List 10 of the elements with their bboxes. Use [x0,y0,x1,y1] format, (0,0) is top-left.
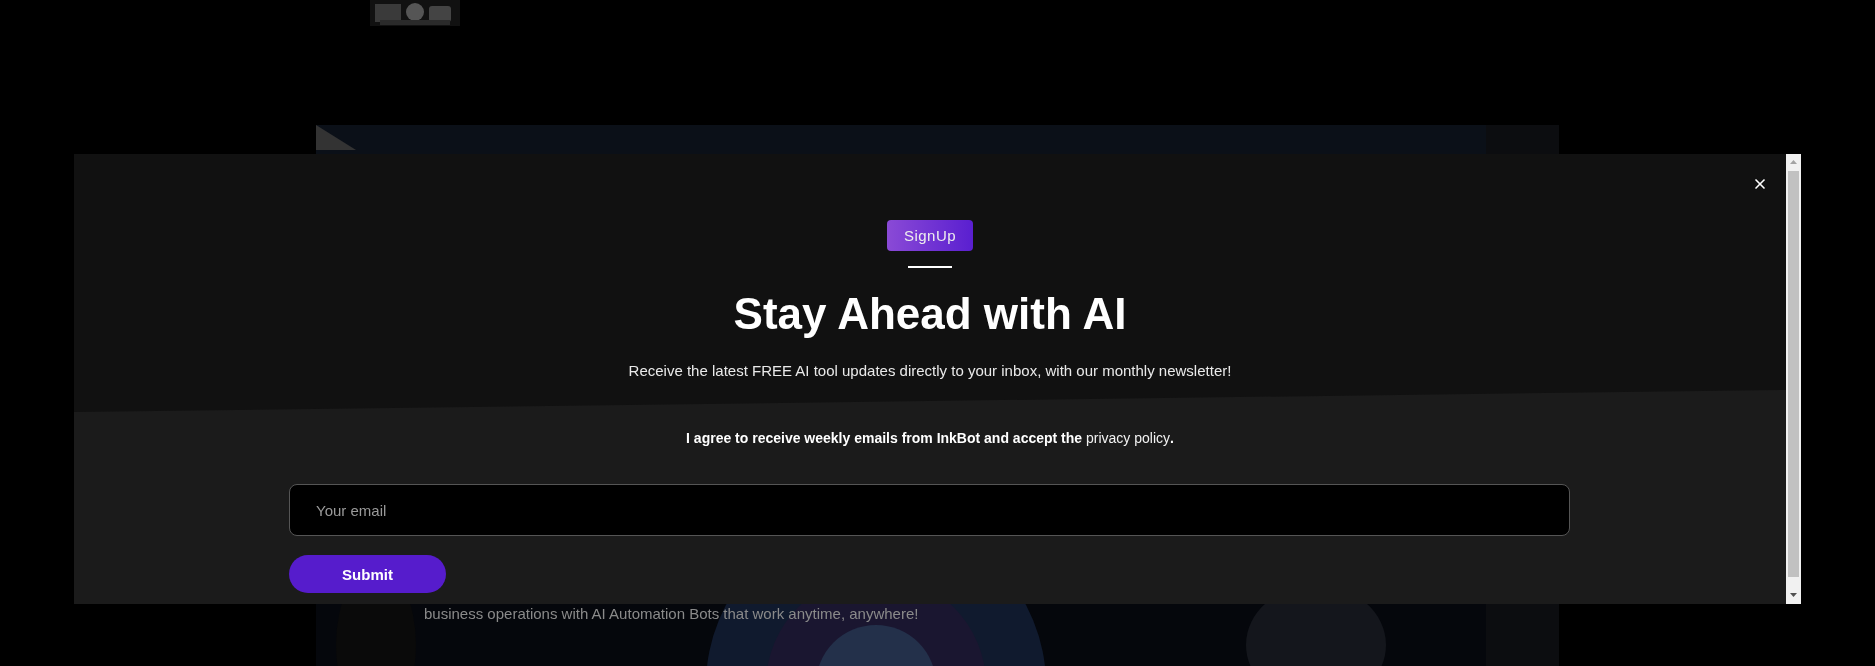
scrollbar[interactable] [1786,154,1801,604]
submit-button[interactable]: Submit [289,555,446,593]
modal-subtitle: Receive the latest FREE AI tool updates directly to your inbox, with our monthly newsletter! [628,362,1232,379]
signup-badge: SignUp [886,220,974,251]
modal-title: Stay Ahead with AI [733,288,1127,340]
consent-text: I agree to receive weekly emails from InkBot and accept the privacy policy. [686,430,1174,446]
close-icon [1752,176,1768,192]
hero-text: business operations with AI Automation Bots that work anytime, anywhere! [424,605,920,622]
email-field[interactable]: Your email [289,484,1570,536]
privacy-policy-link[interactable]: privacy policy [1086,430,1171,446]
